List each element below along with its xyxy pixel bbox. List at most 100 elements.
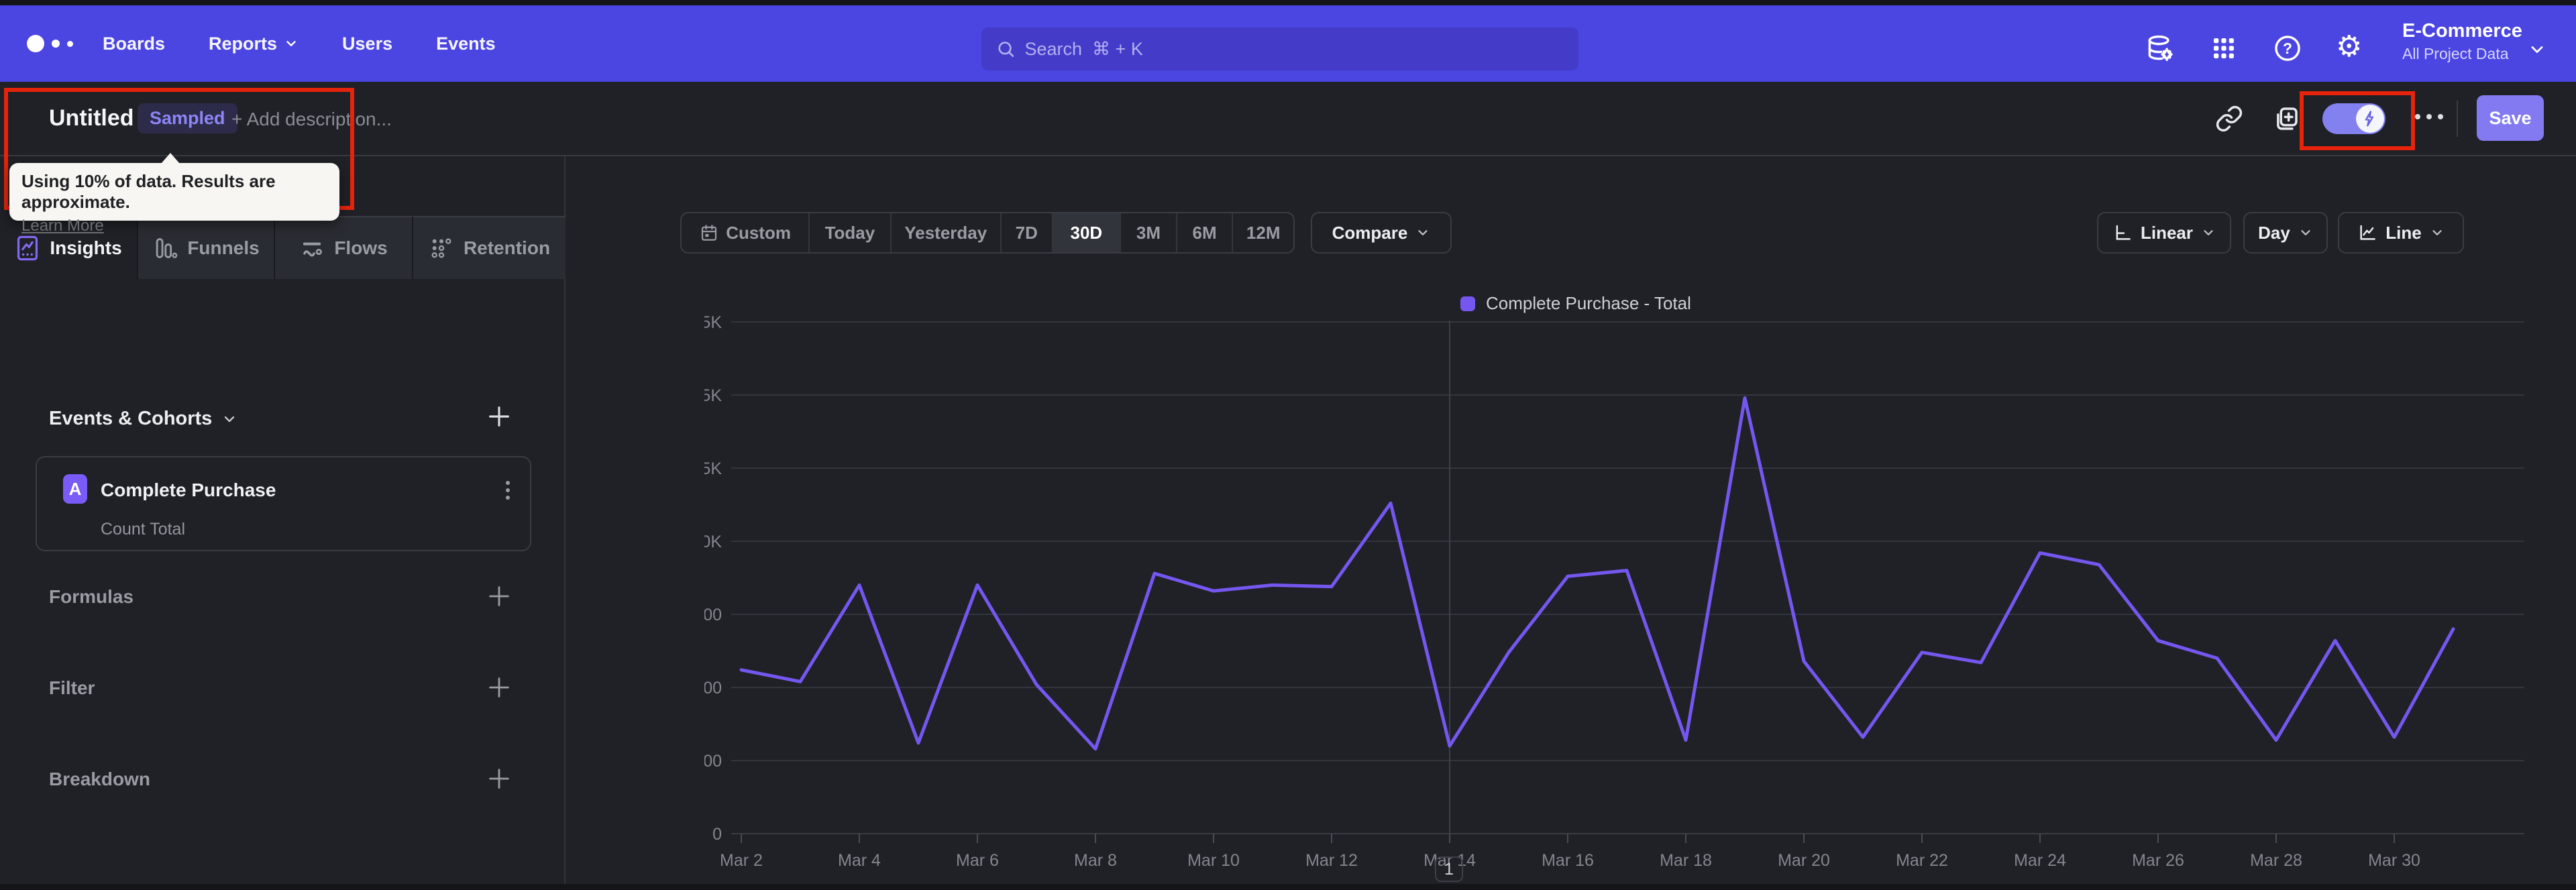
tab-label: Flows — [334, 237, 388, 258]
sampling-tooltip: Using 10% of data. Results are approxima… — [9, 153, 339, 235]
events-cohorts-header[interactable]: Events & Cohorts — [49, 408, 237, 430]
date-range-control: Custom Today Yesterday 7D 30D 3M 6M 12M — [680, 212, 1295, 254]
range-label: Custom — [726, 222, 791, 243]
section-filter: Filter — [49, 677, 95, 698]
range-7d[interactable]: 7D — [1002, 213, 1053, 252]
chevron-down-icon — [2432, 230, 2442, 235]
help-icon[interactable]: ? — [2273, 34, 2302, 63]
range-30d[interactable]: 30D — [1053, 213, 1122, 252]
chart-type-dropdown[interactable]: Line — [2338, 212, 2464, 254]
event-letter-badge: A — [63, 474, 87, 504]
sampled-badge[interactable]: Sampled — [138, 103, 237, 133]
nav-item-events[interactable]: Events — [436, 34, 496, 54]
settings-gear-icon[interactable]: ⚙ — [2336, 32, 2362, 62]
add-to-board-icon[interactable] — [2273, 105, 2301, 136]
range-today[interactable]: Today — [810, 213, 892, 252]
learn-more-link[interactable]: Learn More — [21, 217, 104, 235]
toggle-knob — [2356, 105, 2384, 133]
range-label: 30D — [1070, 222, 1103, 243]
scale-dropdown[interactable]: Linear — [2097, 212, 2231, 254]
interval-dropdown[interactable]: Day — [2243, 212, 2328, 254]
app-surface: Untitled Sampled + Add description... Sa… — [0, 82, 2576, 884]
add-formula-button[interactable] — [486, 583, 513, 613]
svg-text:2,500: 2,500 — [704, 752, 722, 771]
range-custom[interactable]: Custom — [682, 213, 810, 252]
chevron-down-icon — [2204, 230, 2213, 235]
divider — [2457, 101, 2458, 137]
compare-label: Compare — [1332, 222, 1408, 243]
event-options-kebab-icon[interactable] — [506, 478, 511, 503]
apps-grid-icon[interactable] — [2210, 35, 2237, 62]
section-breakdown: Breakdown — [49, 769, 150, 789]
chevron-down-icon — [1418, 230, 1428, 235]
project-switcher[interactable]: E-Commerce All Project Data — [2402, 20, 2522, 63]
range-6m[interactable]: 6M — [1177, 213, 1234, 252]
event-metric[interactable]: Count Total — [101, 520, 185, 539]
mixpanel-logo-icon[interactable] — [27, 35, 73, 52]
tooltip-text: Using 10% of data. Results are approxima… — [21, 171, 276, 212]
save-button[interactable]: Save — [2477, 95, 2544, 141]
svg-text:Mar 28: Mar 28 — [2250, 851, 2302, 870]
svg-text:Mar 8: Mar 8 — [1074, 851, 1117, 870]
event-card[interactable]: A Complete Purchase Count Total — [36, 456, 531, 551]
section-formulas: Formulas — [49, 586, 134, 607]
funnels-icon — [156, 238, 178, 258]
svg-text:Mar 30: Mar 30 — [2368, 851, 2420, 870]
add-description-button[interactable]: + Add description... — [231, 109, 392, 130]
sampling-toggle[interactable] — [2322, 103, 2385, 134]
svg-text:Mar 4: Mar 4 — [838, 851, 881, 870]
tooltip-arrow — [161, 153, 180, 164]
svg-text:12.5K: 12.5K — [704, 459, 722, 478]
add-event-button[interactable] — [486, 403, 513, 433]
svg-text:Mar 20: Mar 20 — [1778, 851, 1830, 870]
chevron-down-icon — [2531, 46, 2543, 53]
tab-label: Insights — [50, 237, 122, 258]
search-input[interactable] — [1024, 38, 1564, 60]
chart-legend[interactable]: Complete Purchase - Total — [1460, 293, 1691, 314]
svg-text:10K: 10K — [704, 533, 722, 551]
add-filter-button[interactable] — [486, 674, 513, 704]
range-label: Today — [824, 222, 875, 243]
event-name[interactable]: Complete Purchase — [101, 480, 276, 501]
search-input-container[interactable] — [981, 27, 1578, 70]
project-name: E-Commerce — [2402, 20, 2522, 42]
lightning-bolt-icon — [2365, 111, 2374, 127]
range-3m[interactable]: 3M — [1121, 213, 1177, 252]
nav-item-users[interactable]: Users — [342, 34, 392, 54]
copy-link-icon[interactable] — [2215, 105, 2243, 136]
chart-type-label: Line — [2385, 222, 2422, 243]
search-icon — [998, 42, 1014, 57]
range-label: 12M — [1246, 222, 1281, 243]
range-12m[interactable]: 12M — [1233, 213, 1293, 252]
tab-retention[interactable]: Retention — [412, 216, 566, 279]
flows-icon — [303, 242, 323, 257]
svg-text:Mar 6: Mar 6 — [956, 851, 999, 870]
nav-label: Users — [342, 33, 393, 54]
chevron-down-icon — [2301, 230, 2310, 235]
nav-item-reports[interactable]: Reports — [209, 34, 299, 54]
more-options-button[interactable] — [2415, 114, 2443, 119]
svg-text:Mar 18: Mar 18 — [1660, 851, 1712, 870]
nav-item-boards[interactable]: Boards — [103, 34, 165, 54]
nav-label: Boards — [103, 33, 166, 54]
report-title[interactable]: Untitled — [49, 105, 134, 131]
compare-button[interactable]: Compare — [1311, 212, 1452, 254]
top-nav: Boards Reports Users Events Search ⌘ + K… — [0, 5, 2576, 82]
retention-icon — [431, 238, 451, 258]
range-label: 3M — [1136, 222, 1161, 243]
report-header-bar: Untitled Sampled + Add description... Sa… — [0, 82, 2576, 235]
svg-text:Mar 26: Mar 26 — [2132, 851, 2184, 870]
svg-text:0: 0 — [712, 825, 722, 844]
legend-swatch — [1460, 296, 1475, 311]
calendar-icon — [702, 225, 717, 241]
data-management-icon[interactable] — [2145, 34, 2175, 63]
nav-label: Events — [436, 33, 496, 54]
range-yesterday[interactable]: Yesterday — [892, 213, 1002, 252]
legend-label: Complete Purchase - Total — [1486, 293, 1691, 313]
add-breakdown-button[interactable] — [486, 765, 513, 795]
insights-icon — [17, 235, 38, 261]
tab-label: Retention — [463, 237, 551, 258]
pagination-page-1[interactable]: 1 — [1435, 856, 1463, 882]
line-chart[interactable]: 17.5K 15K 12.5K 10K 7,500 5,000 2,500 0 Mar 2 Mar… — [704, 315, 2542, 872]
chevron-down-icon — [225, 416, 235, 422]
